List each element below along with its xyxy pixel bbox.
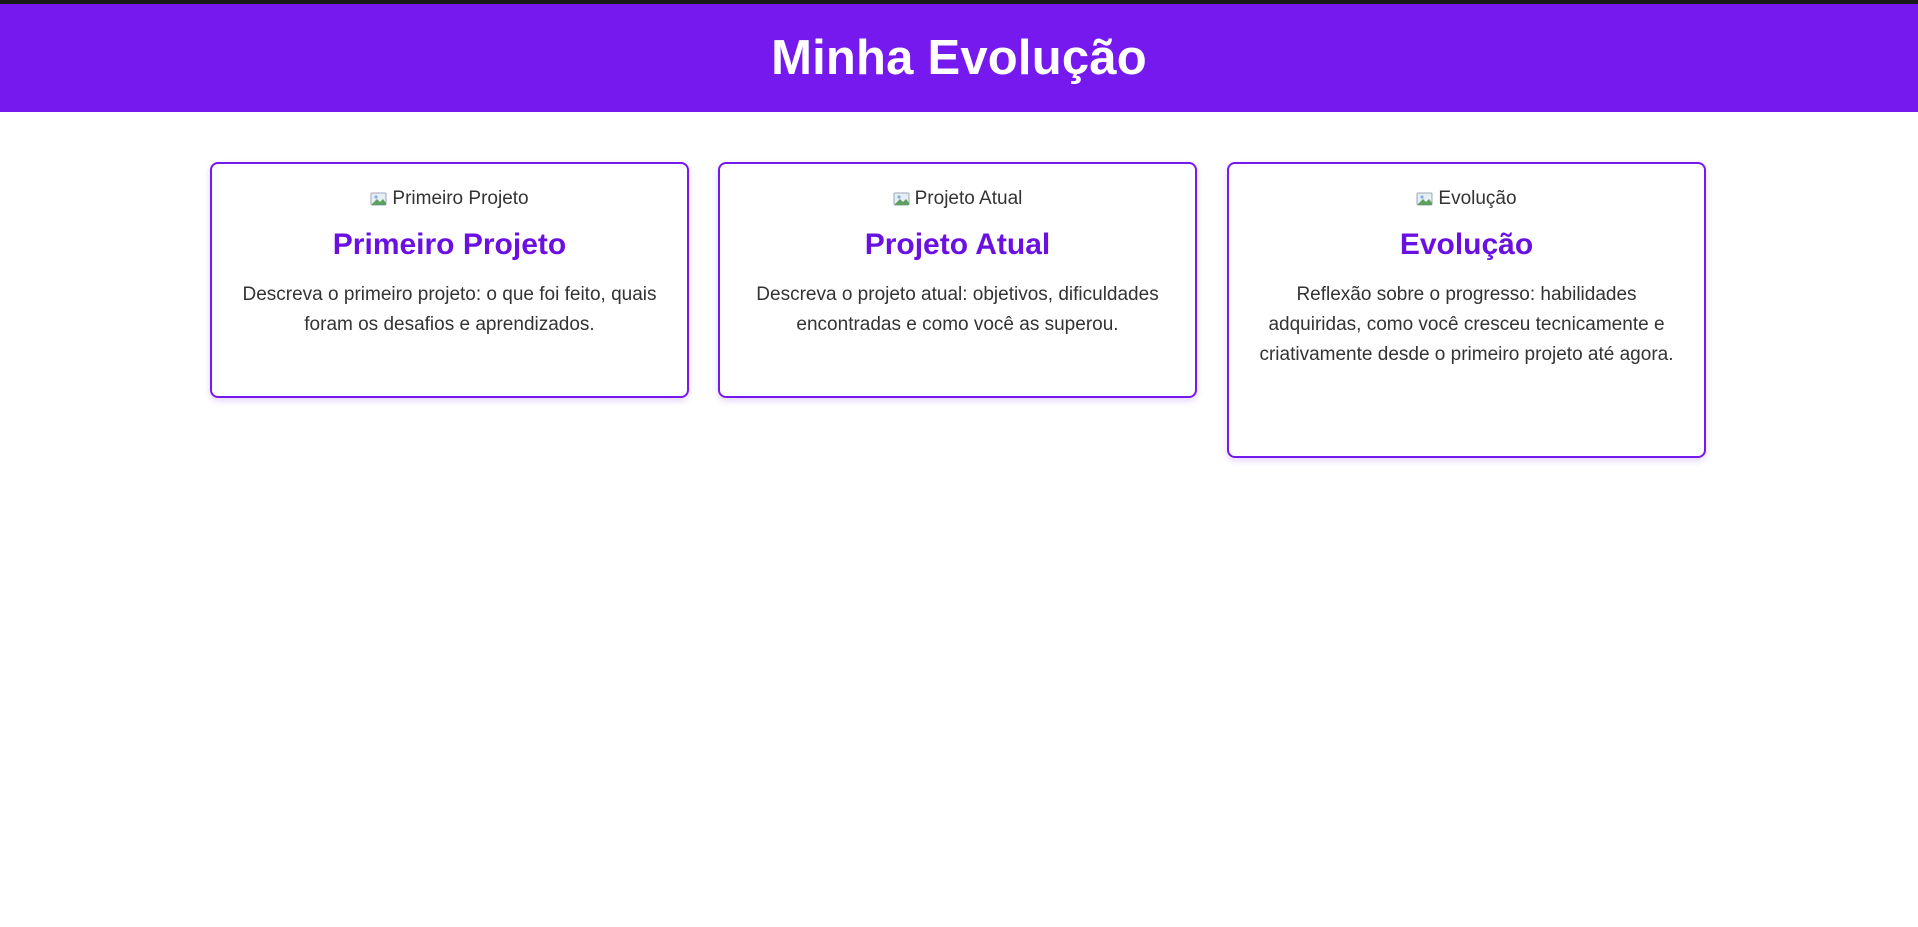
- card-image-alt: Evolução: [1438, 188, 1517, 209]
- card-title: Projeto Atual: [864, 228, 1051, 261]
- card-image: Projeto Atual: [893, 188, 1023, 210]
- card-description: Descreva o projeto atual: objetivos, dif…: [756, 284, 1159, 335]
- card-projeto-atual: Projeto Atual Projeto Atual Descreva o p…: [718, 162, 1197, 398]
- card-image: Evolução: [1416, 188, 1517, 210]
- broken-image-icon: [1416, 191, 1436, 207]
- card-image: Primeiro Projeto: [370, 188, 529, 210]
- card-title: Evolução: [1399, 228, 1534, 261]
- card-image-alt: Projeto Atual: [914, 188, 1023, 209]
- card-description: Reflexão sobre o progresso: habilidades …: [1259, 284, 1674, 365]
- page-header: Minha Evolução: [0, 4, 1918, 112]
- card-image-alt: Primeiro Projeto: [392, 188, 529, 209]
- broken-image-icon: [893, 191, 913, 207]
- broken-image-icon: [370, 191, 390, 207]
- cards-container: Primeiro Projeto Primeiro Projeto Descre…: [0, 112, 1918, 812]
- card-description: Descreva o primeiro projeto: o que foi f…: [242, 284, 657, 335]
- card-primeiro-projeto: Primeiro Projeto Primeiro Projeto Descre…: [210, 162, 689, 398]
- page-title: Minha Evolução: [771, 31, 1147, 85]
- card-title: Primeiro Projeto: [332, 228, 567, 261]
- card-evolucao: Evolução Evolução Reflexão sobre o progr…: [1227, 162, 1706, 458]
